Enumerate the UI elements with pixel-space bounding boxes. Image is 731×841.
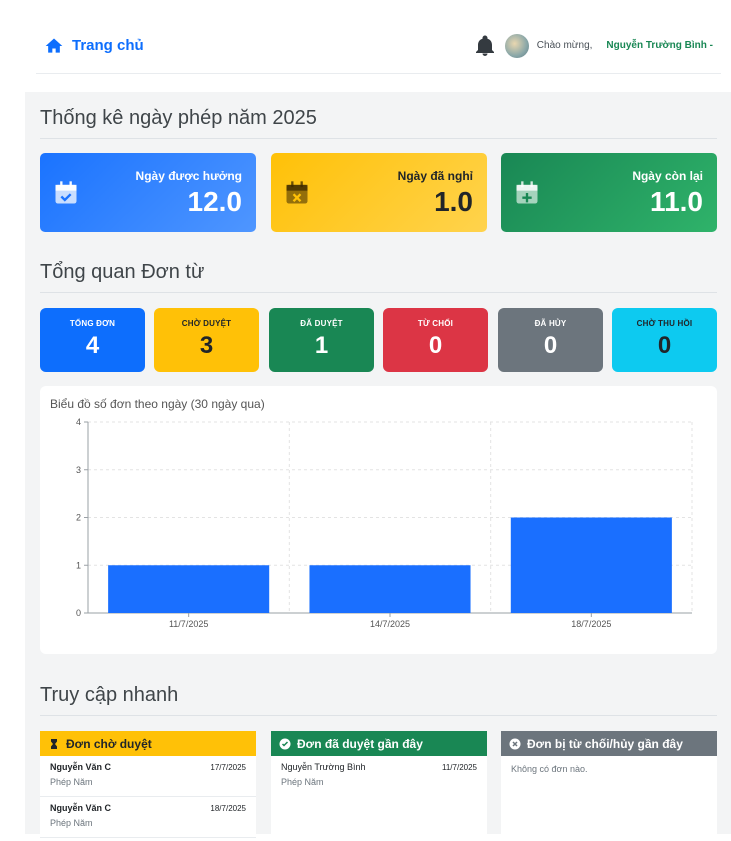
top-navbar: Trang chủ Chào mừng, Nguyễn Trường Bình … xyxy=(36,18,721,74)
user-area: Chào mừng, Nguyễn Trường Bình - xyxy=(473,33,713,58)
requests-chart-card: Biểu đồ số đơn theo ngày (30 ngày qua) 0… xyxy=(40,386,717,654)
hourglass-icon xyxy=(51,738,57,749)
check-circle-icon xyxy=(279,738,291,749)
avatar[interactable] xyxy=(504,33,529,58)
bar xyxy=(510,517,672,613)
approved-requests-header: Đơn đã duyệt gần đây xyxy=(271,731,487,756)
main-content: Thống kê ngày phép năm 2025 Ngày được hư… xyxy=(25,92,731,841)
pill-awaiting-recall[interactable]: CHỜ THU HỒI 0 xyxy=(612,308,717,372)
user-menu-toggle[interactable]: Nguyễn Trường Bình - xyxy=(606,40,713,51)
requests-bar-chart: 0 1 2 3 4 11/7/2025 14/7/2025 18/7/2025 xyxy=(76,417,693,629)
list-item[interactable]: Nguyễn Trường Bình 11/7/2025 Phép Năm xyxy=(271,756,487,797)
x-tick-label: 11/7/2025 xyxy=(169,619,208,629)
list-item[interactable]: Nguyễn Văn C 18/7/2025 Phép Năm xyxy=(40,797,256,838)
greeting-text: Chào mừng, xyxy=(536,40,593,51)
x-circle-icon xyxy=(509,738,521,749)
quick-access-title: Truy cập nhanh xyxy=(40,684,179,706)
pill-label: TỪ CHỐI xyxy=(417,319,454,328)
pill-value: 1 xyxy=(314,332,329,359)
home-icon xyxy=(45,38,63,53)
request-type: Phép Năm xyxy=(50,777,93,787)
request-date: 11/7/2025 xyxy=(442,763,477,772)
pill-total[interactable]: TỔNG ĐƠN 4 xyxy=(40,308,145,372)
approved-requests-title: Đơn đã duyệt gần đây xyxy=(297,736,423,751)
bar xyxy=(108,565,270,613)
pill-label: CHỜ THU HỒI xyxy=(636,319,693,328)
empty-message: Không có đơn nào. xyxy=(511,764,588,774)
stat-label: Ngày đã nghỉ xyxy=(397,169,473,183)
stat-card-remaining: Ngày còn lại 11.0 xyxy=(501,153,717,232)
request-type: Phép Năm xyxy=(50,818,93,828)
y-tick-label: 0 xyxy=(76,608,81,618)
calendar-x-icon xyxy=(286,181,308,204)
request-date: 17/7/2025 xyxy=(210,763,246,772)
y-tick-label: 3 xyxy=(76,465,81,475)
rejected-requests-card: Đơn bị từ chối/hủy gần đây Không có đơn … xyxy=(501,731,717,841)
request-type: Phép Năm xyxy=(281,777,324,787)
stat-value: 12.0 xyxy=(187,186,243,217)
pill-cancelled[interactable]: ĐÃ HỦY 0 xyxy=(498,308,603,372)
divider xyxy=(40,715,717,716)
leave-stats-title: Thống kê ngày phép năm 2025 xyxy=(40,107,317,129)
calendar-plus-icon xyxy=(516,181,538,204)
y-tick-label: 4 xyxy=(76,417,81,427)
stat-value: 1.0 xyxy=(434,186,473,217)
requests-overview-title: Tổng quan Đơn từ xyxy=(40,261,205,283)
pill-label: CHỜ DUYỆT xyxy=(181,319,232,328)
bell-icon[interactable] xyxy=(473,34,497,58)
x-tick-label: 14/7/2025 xyxy=(370,619,410,629)
pill-label: ĐÃ HỦY xyxy=(534,319,567,328)
divider xyxy=(40,138,717,139)
pill-label: ĐÃ DUYỆT xyxy=(300,319,343,328)
pill-label: TỔNG ĐƠN xyxy=(69,319,116,328)
pill-value: 3 xyxy=(199,332,214,359)
pill-value: 0 xyxy=(428,332,443,359)
pill-rejected[interactable]: TỪ CHỐI 0 xyxy=(383,308,488,372)
divider xyxy=(40,292,717,293)
stat-card-entitled: Ngày được hưởng 12.0 xyxy=(40,153,256,232)
pending-requests-title: Đơn chờ duyệt xyxy=(66,736,152,751)
pill-pending[interactable]: CHỜ DUYỆT 3 xyxy=(154,308,259,372)
y-tick-label: 2 xyxy=(76,513,81,523)
y-tick-label: 1 xyxy=(76,560,81,570)
pending-requests-card: Đơn chờ duyệt Nguyễn Văn C 17/7/2025 Phé… xyxy=(40,731,256,841)
stat-label: Ngày được hưởng xyxy=(135,169,242,183)
stat-label: Ngày còn lại xyxy=(632,169,703,183)
home-link[interactable]: Trang chủ xyxy=(44,36,144,56)
stat-card-used: Ngày đã nghỉ 1.0 xyxy=(271,153,487,232)
request-date: 18/7/2025 xyxy=(210,804,246,813)
stat-value: 11.0 xyxy=(650,186,703,217)
pill-value: 0 xyxy=(543,332,558,359)
calendar-check-icon xyxy=(55,181,77,204)
pending-requests-header: Đơn chờ duyệt xyxy=(40,731,256,756)
rejected-requests-header: Đơn bị từ chối/hủy gần đây xyxy=(501,731,717,756)
approved-requests-card: Đơn đã duyệt gần đây Nguyễn Trường Bình … xyxy=(271,731,487,841)
home-label: Trang chủ xyxy=(72,37,144,54)
pill-value: 0 xyxy=(657,332,672,359)
x-tick-label: 18/7/2025 xyxy=(571,619,611,629)
bar xyxy=(309,565,471,613)
list-item[interactable]: Nguyễn Văn C 17/7/2025 Phép Năm xyxy=(40,756,256,797)
pill-approved[interactable]: ĐÃ DUYỆT 1 xyxy=(269,308,374,372)
pill-value: 4 xyxy=(85,332,100,359)
rejected-requests-title: Đơn bị từ chối/hủy gần đây xyxy=(527,736,683,751)
